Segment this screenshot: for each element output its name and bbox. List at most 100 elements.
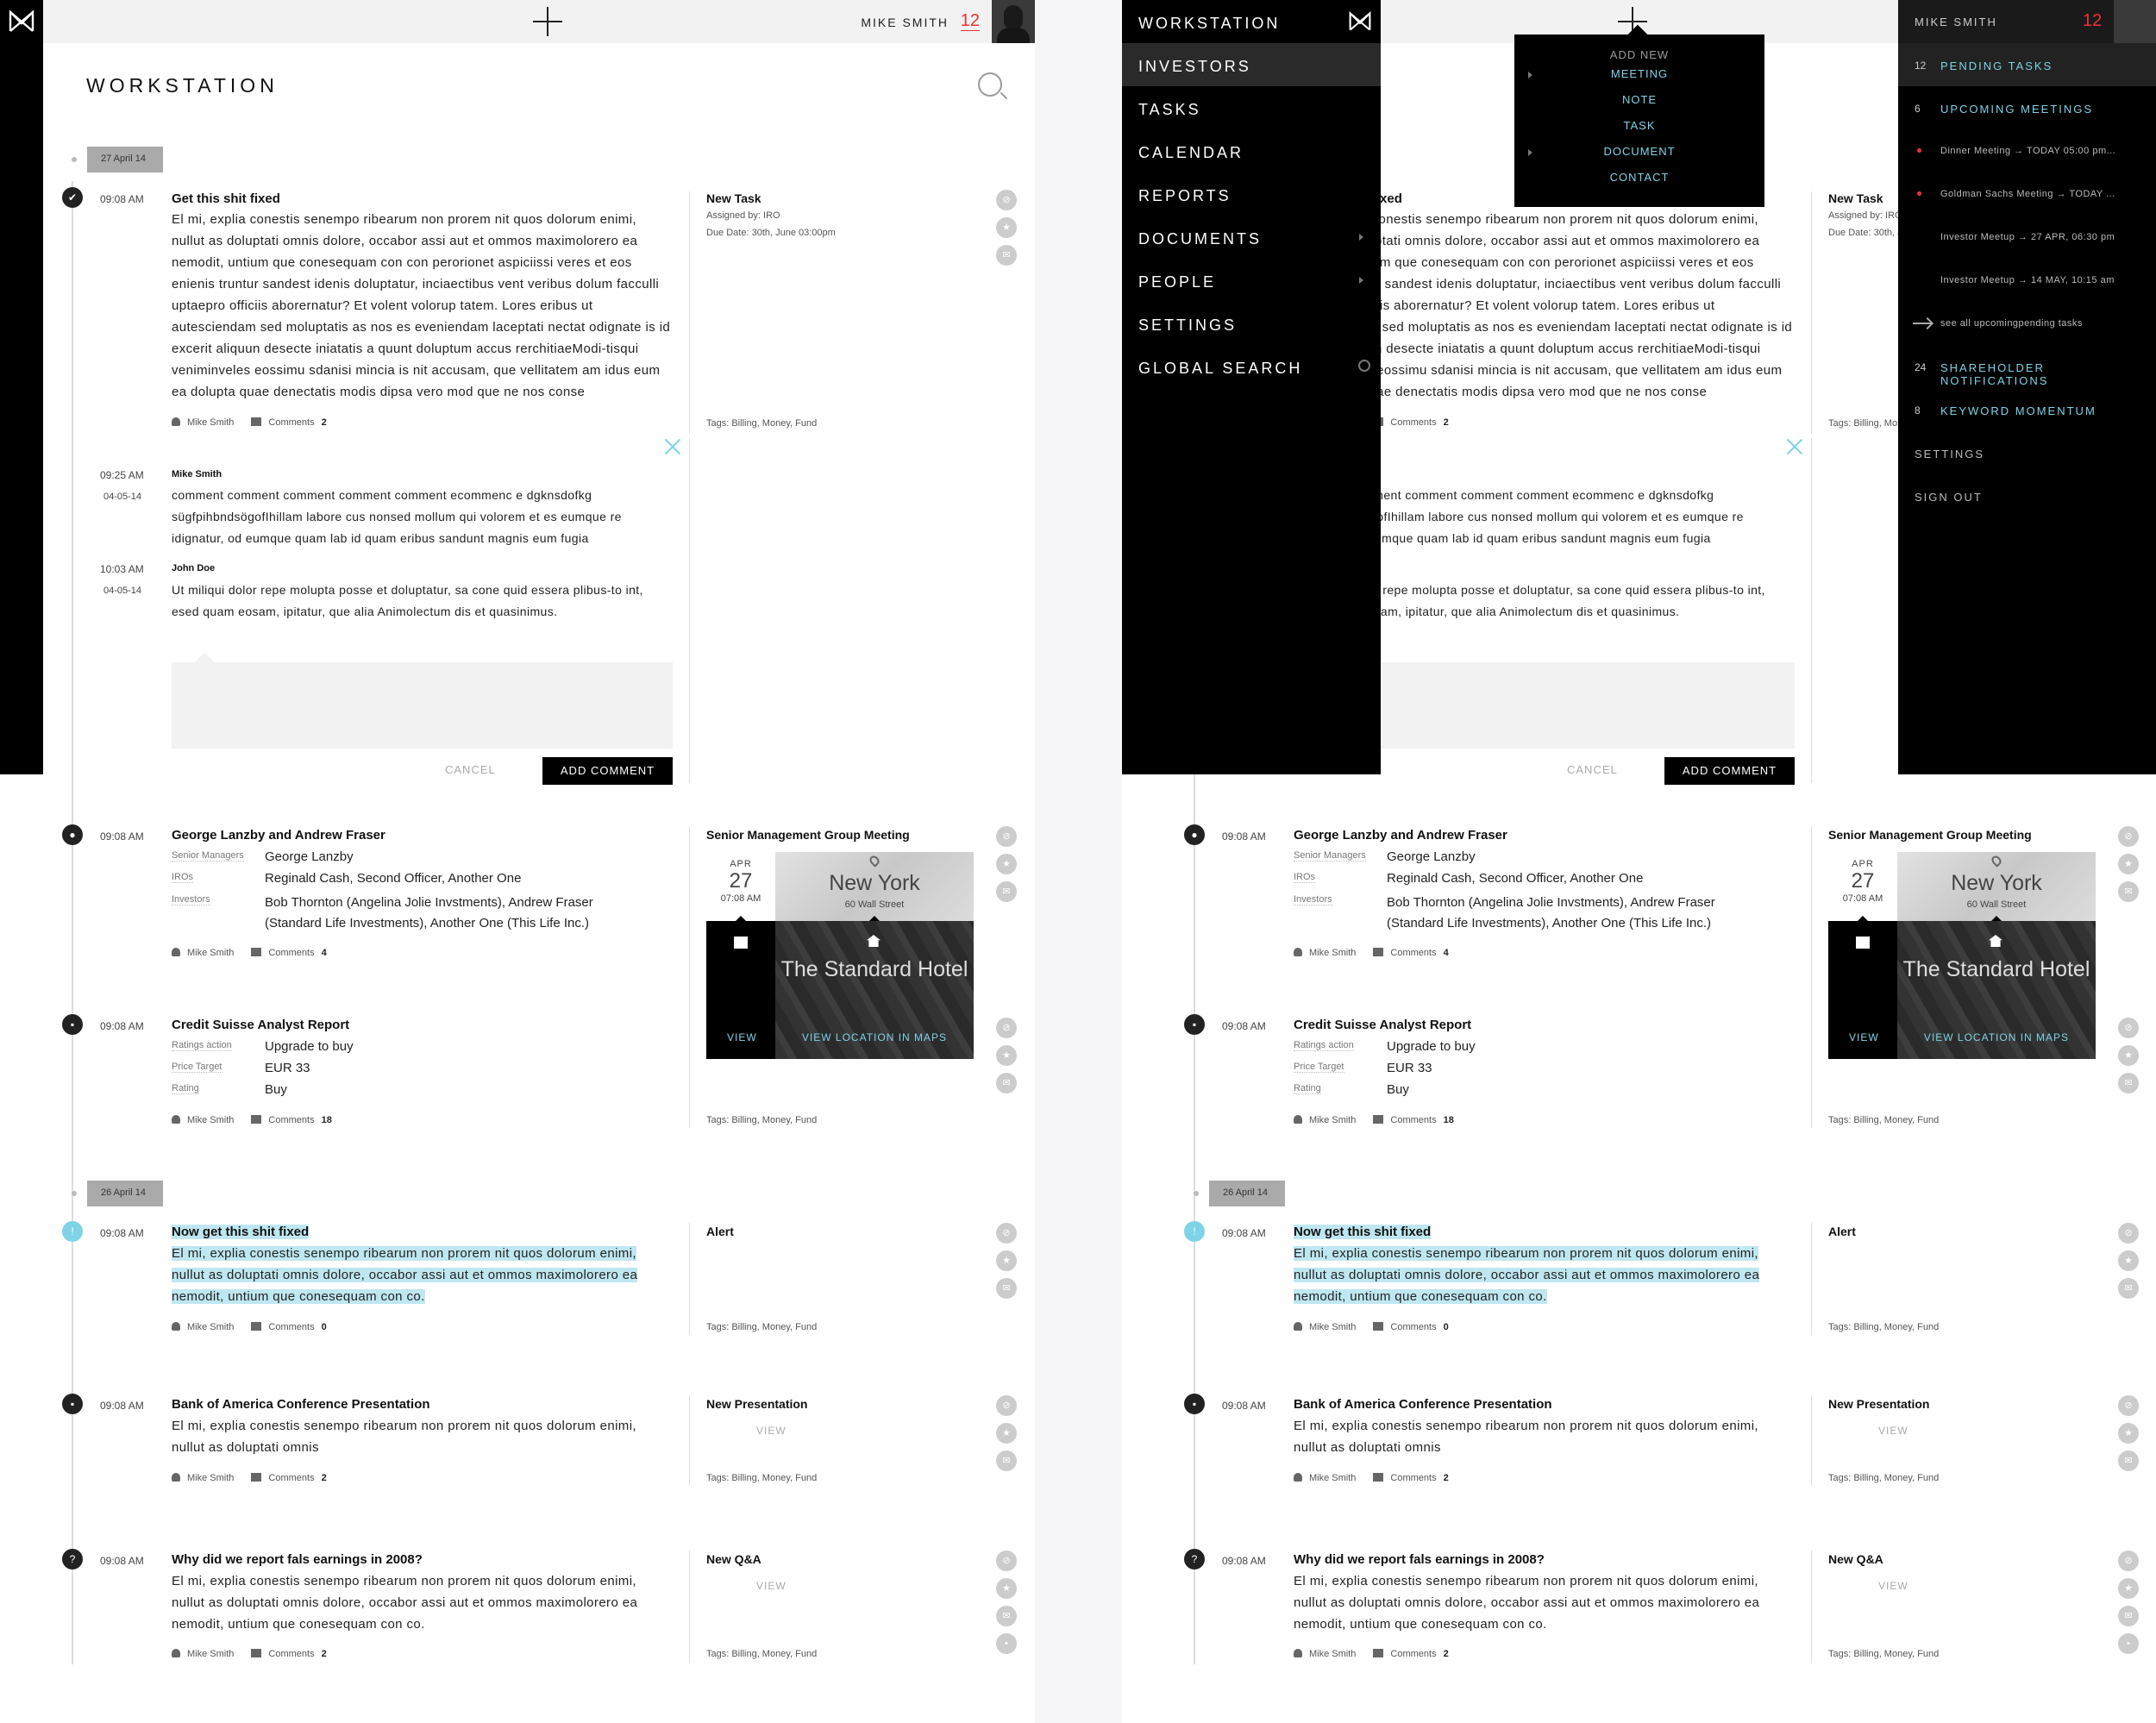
comments-label[interactable]: Comments — [1390, 1115, 1436, 1125]
star-icon[interactable]: ★ — [996, 1423, 1017, 1444]
logo-icon[interactable] — [1348, 10, 1372, 33]
add-new-icon[interactable] — [533, 7, 562, 36]
mail-icon[interactable]: ✉ — [2118, 1073, 2139, 1093]
nav-title[interactable]: WORKSTATION — [1122, 0, 1381, 43]
event-item[interactable]: Investor Meetup → 14 MAY, 10:15 am — [1898, 259, 2156, 302]
add-comment-button[interactable]: ADD COMMENT — [1664, 757, 1795, 785]
star-icon[interactable]: ★ — [996, 854, 1017, 874]
logo-icon[interactable] — [8, 10, 35, 33]
avatar[interactable] — [992, 0, 1035, 43]
item-author[interactable]: Mike Smith — [1309, 948, 1356, 958]
item-tags[interactable]: Tags: Billing, Money, Fund — [1828, 1322, 1939, 1332]
star-icon[interactable]: ★ — [996, 1250, 1017, 1271]
settings-item[interactable]: SETTINGS — [1898, 431, 2156, 474]
comments-label[interactable]: Comments — [268, 948, 314, 958]
item-tags[interactable]: Tags: Billing, Money, Fund — [1828, 1649, 1939, 1659]
item-tags[interactable]: Tags: Billing, Money, Fund — [706, 1115, 817, 1125]
comment-author[interactable]: John Doe — [172, 563, 215, 573]
item-author[interactable]: Mike Smith — [187, 417, 234, 428]
item-title[interactable]: Now get this shit fixed — [172, 1225, 310, 1239]
cancel-button[interactable]: CANCEL — [1567, 763, 1618, 776]
search-icon[interactable] — [978, 72, 1002, 97]
item-author[interactable]: Mike Smith — [187, 948, 234, 958]
attach-icon[interactable]: ⊘ — [996, 1551, 1017, 1571]
attach-icon[interactable]: ⊘ — [2118, 1223, 2139, 1244]
mail-icon[interactable]: ✉ — [996, 1073, 1017, 1093]
item-tags[interactable]: Tags: Billing, Money, Fund — [706, 1649, 817, 1659]
star-icon[interactable]: ★ — [2118, 1578, 2139, 1599]
item-title[interactable]: Bank of America Conference Presentation — [1294, 1397, 1552, 1412]
item-tags[interactable]: Tags: Billing, Money, Fund — [1828, 1473, 1939, 1483]
star-icon[interactable]: ★ — [996, 1578, 1017, 1599]
star-icon[interactable]: ★ — [2118, 1250, 2139, 1271]
nav-item-people[interactable]: PEOPLE — [1122, 259, 1381, 302]
add-new-contact[interactable]: CONTACT — [1514, 164, 1764, 190]
attach-icon[interactable]: ⊘ — [996, 1395, 1017, 1416]
mail-icon[interactable]: ✉ — [996, 245, 1017, 266]
attach-icon[interactable]: ⊘ — [2118, 1395, 2139, 1416]
view-link[interactable]: VIEW — [1878, 1425, 1908, 1437]
notification-count[interactable]: 12 — [960, 11, 980, 31]
mail-icon[interactable]: ✉ — [996, 1278, 1017, 1299]
mail-icon[interactable]: ✉ — [2118, 881, 2139, 902]
pending-tasks-item[interactable]: 12 PENDING TASKS — [1898, 43, 2156, 86]
comments-label[interactable]: Comments — [268, 1115, 314, 1125]
nav-item-investors[interactable]: INVESTORS — [1122, 43, 1381, 86]
user-name[interactable]: MIKE SMITH — [1915, 16, 1997, 28]
mail-icon[interactable]: ✉ — [996, 1450, 1017, 1471]
item-author[interactable]: Mike Smith — [187, 1649, 234, 1659]
nav-item-documents[interactable]: DOCUMENTS — [1122, 216, 1381, 259]
star-icon[interactable]: ★ — [996, 1045, 1017, 1066]
nav-item-settings[interactable]: SETTINGS — [1122, 302, 1381, 345]
item-title[interactable]: Credit Suisse Analyst Report — [1294, 1018, 1471, 1032]
view-link[interactable]: VIEW — [756, 1425, 787, 1437]
add-new-document[interactable]: DOCUMENT — [1514, 138, 1764, 164]
item-author[interactable]: Mike Smith — [187, 1115, 234, 1125]
item-title[interactable]: Credit Suisse Analyst Report — [172, 1018, 349, 1032]
item-title[interactable]: Now get this shit fixed — [1294, 1225, 1432, 1239]
comments-label[interactable]: Comments — [1390, 1649, 1436, 1659]
comments-label[interactable]: Comments — [268, 1322, 314, 1332]
comments-label[interactable]: Comments — [268, 417, 314, 428]
item-tags[interactable]: Tags: Billing, Money, Fund — [1828, 1115, 1939, 1125]
view-button[interactable]: VIEW — [1849, 1031, 1879, 1043]
sign-out-item[interactable]: SIGN OUT — [1898, 474, 2156, 517]
view-button[interactable]: VIEW — [727, 1031, 757, 1043]
mail-icon[interactable]: ✉ — [2118, 1450, 2139, 1471]
item-title[interactable]: George Lanzby and Andrew Fraser — [1294, 828, 1507, 843]
notification-count[interactable]: 12 — [2083, 11, 2102, 31]
item-author[interactable]: Mike Smith — [1309, 1115, 1356, 1125]
mail-icon[interactable]: ✉ — [996, 881, 1017, 902]
item-author[interactable]: Mike Smith — [1309, 1322, 1356, 1332]
attach-icon[interactable]: ⊘ — [2118, 1551, 2139, 1571]
event-item[interactable]: Goldman Sachs Meeting → TODAY ... — [1898, 172, 2156, 216]
mail-icon[interactable]: ✉ — [2118, 1278, 2139, 1299]
nav-item-reports[interactable]: REPORTS — [1122, 172, 1381, 216]
close-icon[interactable] — [664, 438, 681, 455]
comments-label[interactable]: Comments — [1390, 1322, 1436, 1332]
item-title[interactable]: George Lanzby and Andrew Fraser — [172, 828, 385, 843]
see-all-link[interactable]: see all upcomingpending tasks — [1898, 302, 2156, 345]
view-location-link[interactable]: VIEW LOCATION IN MAPS — [1897, 1031, 2096, 1043]
attach-icon[interactable]: ⊘ — [996, 1018, 1017, 1038]
add-new-task[interactable]: TASK — [1514, 112, 1764, 138]
item-title[interactable]: Bank of America Conference Presentation — [172, 1397, 430, 1412]
add-comment-button[interactable]: ADD COMMENT — [542, 757, 673, 785]
mail-icon[interactable]: ✉ — [2118, 1606, 2139, 1626]
avatar[interactable] — [2114, 0, 2156, 43]
view-link[interactable]: VIEW — [1878, 1580, 1908, 1592]
document-icon[interactable]: ▪ — [2118, 1633, 2139, 1654]
attach-icon[interactable]: ⊘ — [2118, 1018, 2139, 1038]
star-icon[interactable]: ★ — [2118, 1045, 2139, 1066]
nav-item-calendar[interactable]: CALENDAR — [1122, 129, 1381, 172]
star-icon[interactable]: ★ — [2118, 854, 2139, 874]
attach-icon[interactable]: ⊘ — [996, 826, 1017, 847]
keyword-momentum-item[interactable]: 8 KEYWORD MOMENTUM — [1898, 388, 2156, 431]
event-item[interactable]: Investor Meetup → 27 APR, 06:30 pm — [1898, 216, 2156, 259]
comment-author[interactable]: Mike Smith — [172, 469, 222, 479]
comments-label[interactable]: Comments — [268, 1473, 314, 1483]
user-name[interactable]: MIKE SMITH — [861, 16, 949, 29]
item-tags[interactable]: Tags: Billing, Money, Fund — [706, 418, 817, 429]
item-author[interactable]: Mike Smith — [1309, 1649, 1356, 1659]
item-title[interactable]: Why did we report fals earnings in 2008? — [1294, 1552, 1545, 1567]
